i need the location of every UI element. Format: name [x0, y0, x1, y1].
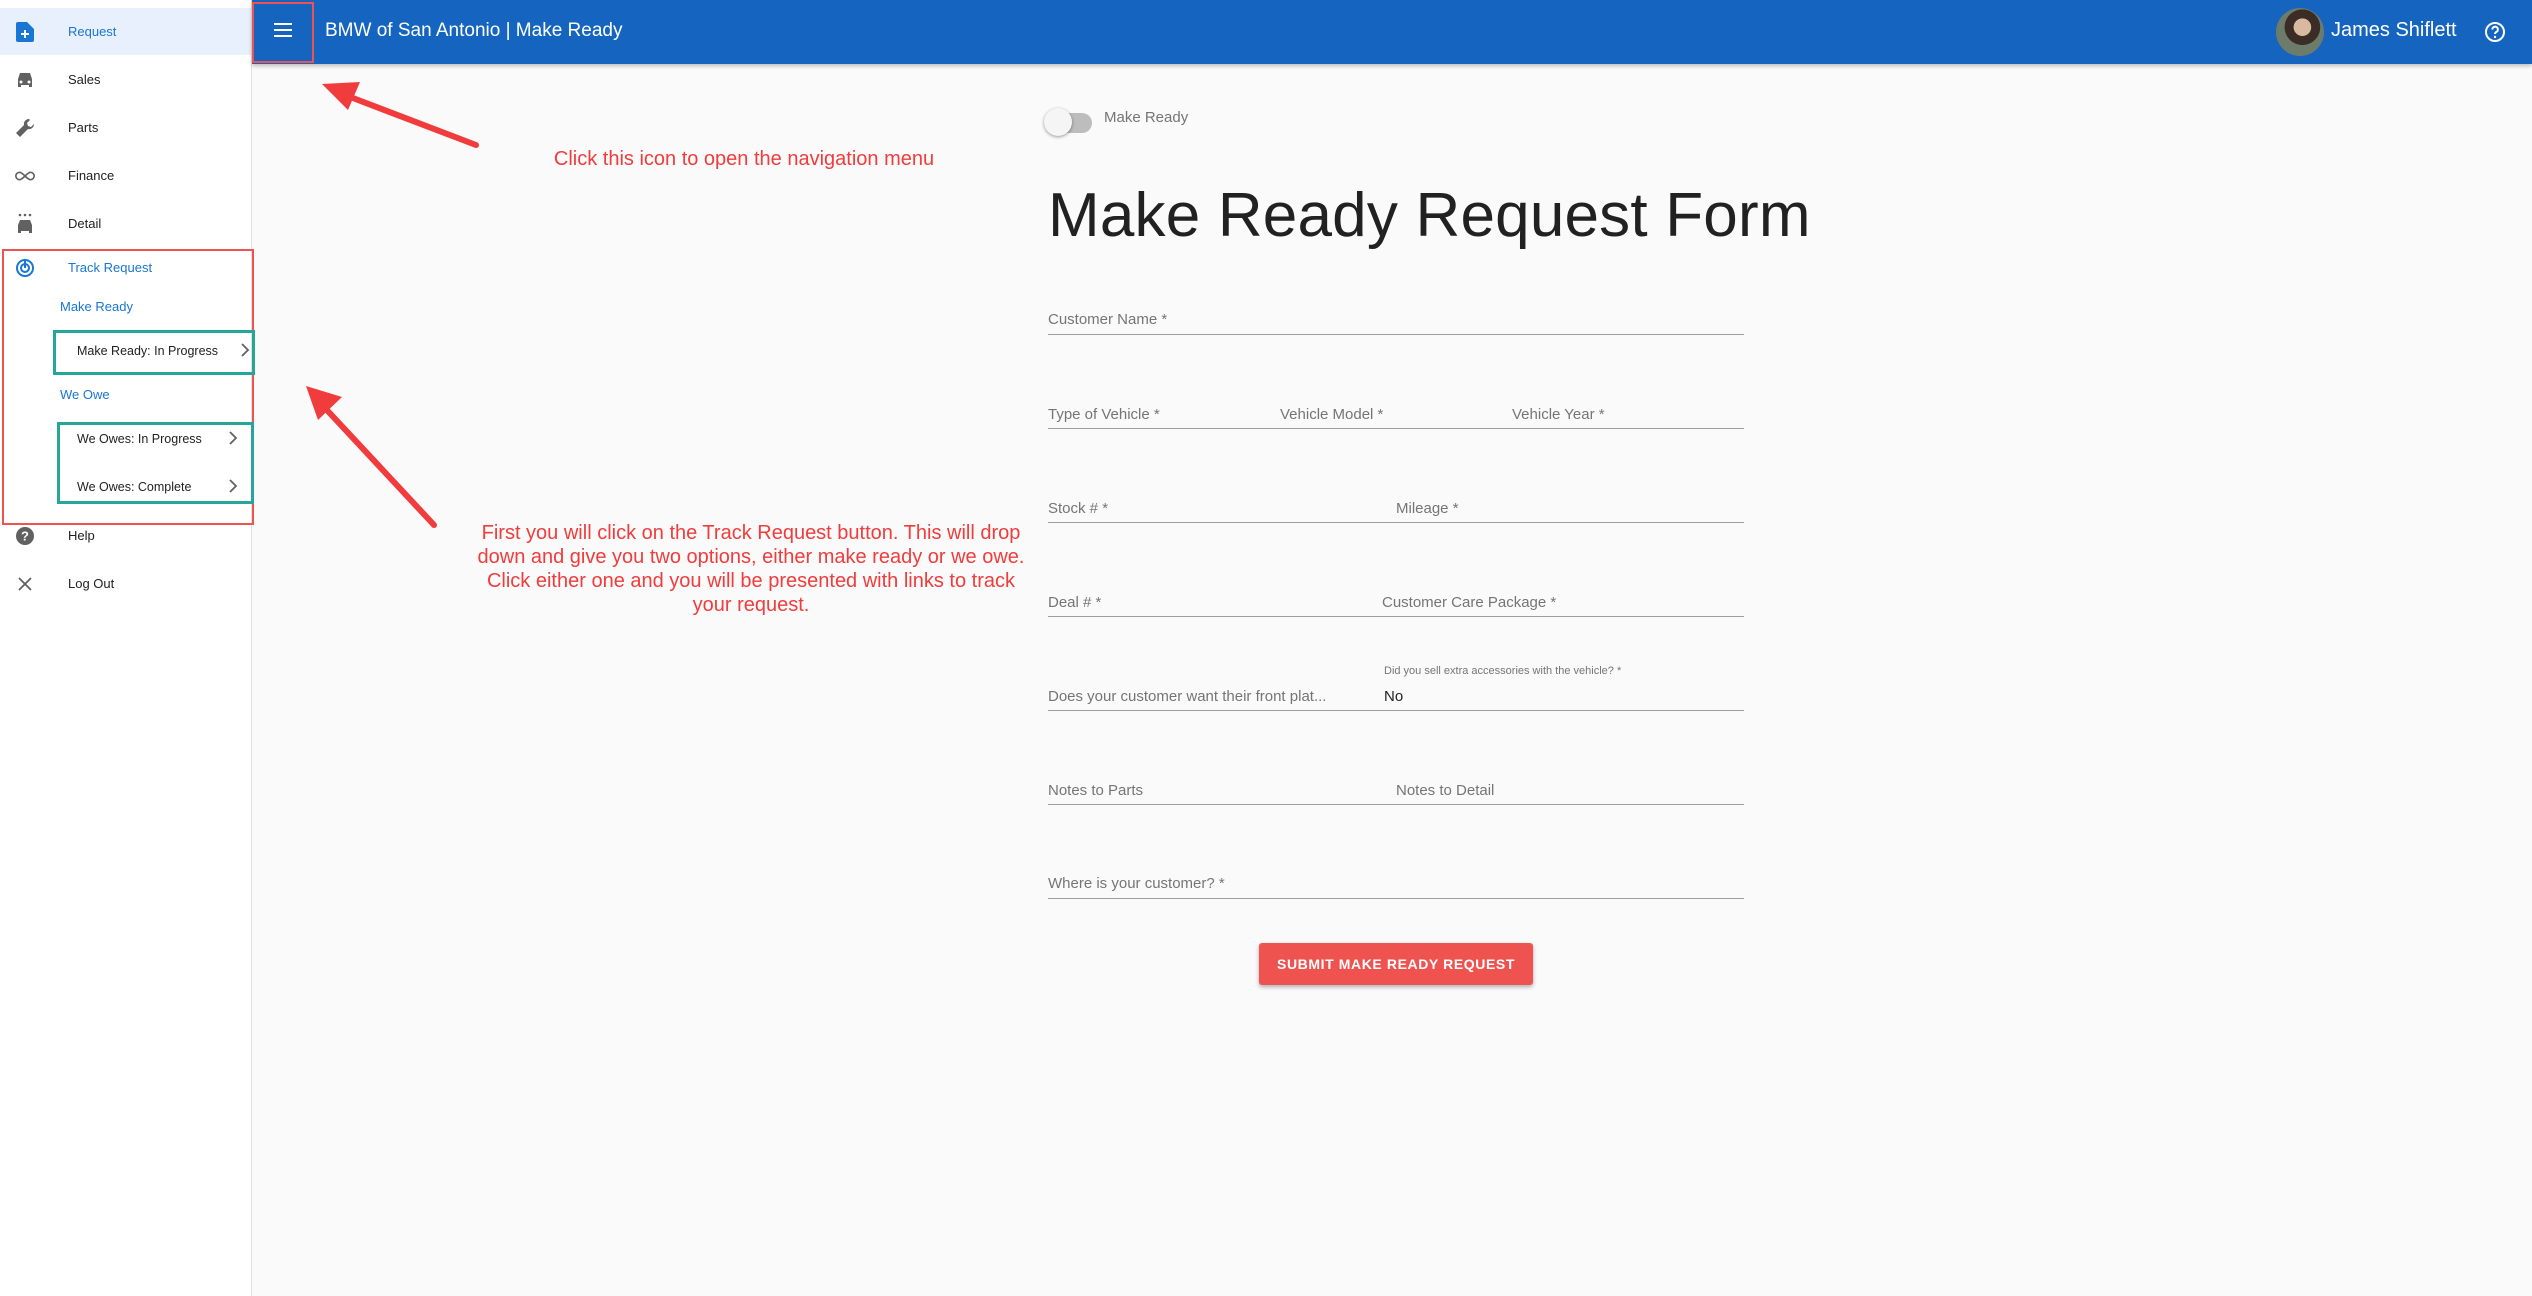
toggle-knob[interactable]: [1044, 108, 1072, 136]
menu-instruction-annotation: Click this icon to open the navigation m…: [553, 148, 935, 170]
help-button[interactable]: [2481, 18, 2509, 46]
user-name[interactable]: James Shiflett: [2331, 19, 2457, 42]
make-ready-highlight-box: [53, 330, 255, 375]
page-title: Make Ready Request Form: [1048, 181, 1811, 250]
app-bar: BMW of San Antonio | Make Ready James Sh…: [252, 0, 2532, 64]
sidebar-item-sales[interactable]: Sales: [0, 56, 251, 103]
help-circle-icon: [2481, 22, 2509, 50]
navigation-drawer: Request Sales Parts Finance Detail Track…: [0, 0, 252, 1296]
sidebar-item-request[interactable]: Request: [0, 8, 251, 55]
accessories-select[interactable]: Did you sell extra accessories with the …: [1384, 661, 1742, 711]
menu-highlight-box: [252, 2, 314, 63]
customer-location-field[interactable]: Where is your customer? *: [1048, 859, 1744, 899]
stock-number-field[interactable]: Stock # *: [1048, 483, 1383, 523]
track-request-instruction-annotation: First you will click on the Track Reques…: [477, 522, 1025, 616]
we-owes-highlight-box: [57, 422, 254, 504]
sidebar-item-parts[interactable]: Parts: [0, 104, 251, 151]
help-icon: ?: [14, 525, 36, 547]
field-label: Notes to Detail: [1396, 782, 1495, 799]
front-plate-select[interactable]: Does your customer want their front plat…: [1048, 671, 1348, 711]
field-label: Vehicle Model *: [1280, 406, 1384, 423]
close-icon: [14, 573, 36, 595]
sidebar-item-label: Help: [68, 528, 95, 543]
sidebar-item-label: Sales: [68, 72, 101, 87]
wrench-icon: [14, 117, 36, 139]
infinity-icon: [14, 165, 36, 187]
vehicle-model-field[interactable]: Vehicle Model *: [1280, 389, 1500, 429]
add-document-icon: [14, 21, 36, 43]
field-label: Type of Vehicle *: [1048, 406, 1160, 423]
mileage-field[interactable]: Mileage *: [1396, 483, 1736, 523]
sidebar-item-finance[interactable]: Finance: [0, 152, 251, 199]
deal-number-field[interactable]: Deal # *: [1048, 577, 1368, 617]
field-label: Deal # *: [1048, 594, 1102, 611]
field-label: Customer Care Package *: [1382, 594, 1557, 611]
arrow-to-track-request: [306, 386, 437, 528]
field-label: Stock # *: [1048, 500, 1109, 517]
notes-to-parts-field[interactable]: Notes to Parts: [1048, 765, 1383, 805]
field-label: Does your customer want their front plat…: [1048, 688, 1327, 705]
type-of-vehicle-field[interactable]: Type of Vehicle *: [1048, 389, 1268, 429]
notes-to-detail-field[interactable]: Notes to Detail: [1396, 765, 1736, 805]
avatar[interactable]: [2276, 8, 2324, 56]
car-icon: [14, 69, 36, 91]
car-wash-icon: [14, 213, 36, 235]
sidebar-item-label: Finance: [68, 168, 115, 183]
field-value: No: [1384, 688, 1404, 705]
field-label: Customer Name *: [1048, 311, 1168, 328]
submit-button[interactable]: SUBMIT MAKE READY REQUEST: [1259, 943, 1533, 985]
field-label: Notes to Parts: [1048, 782, 1144, 799]
sidebar-item-label: Detail: [68, 216, 102, 231]
customer-care-package-select[interactable]: Customer Care Package *: [1382, 577, 1732, 617]
vehicle-year-field[interactable]: Vehicle Year *: [1512, 389, 1742, 429]
sidebar-item-detail[interactable]: Detail: [0, 200, 251, 247]
sidebar-item-label: Parts: [68, 120, 99, 135]
toggle-label: Make Ready: [1104, 109, 1189, 126]
app-title: BMW of San Antonio | Make Ready: [325, 20, 623, 41]
arrow-to-menu: [322, 82, 479, 148]
field-label: Mileage *: [1396, 500, 1459, 517]
sidebar-item-log-out[interactable]: Log Out: [0, 560, 251, 607]
customer-name-field[interactable]: Customer Name *: [1048, 295, 1744, 335]
sidebar-item-label: Log Out: [68, 576, 115, 591]
field-label: Vehicle Year *: [1512, 406, 1605, 423]
field-label: Did you sell extra accessories with the …: [1384, 665, 1622, 677]
field-label: Where is your customer? *: [1048, 875, 1225, 892]
svg-text:?: ?: [21, 528, 29, 543]
sidebar-item-label: Request: [68, 24, 117, 39]
